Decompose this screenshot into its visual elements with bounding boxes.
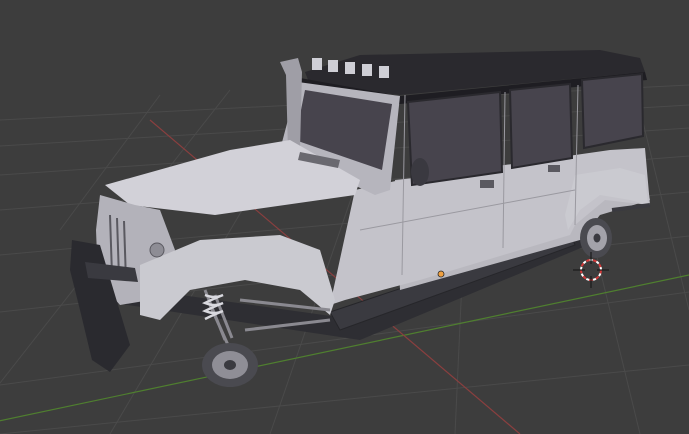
vehicle-model[interactable] [70, 50, 651, 387]
front-wheel-hub [202, 343, 258, 387]
object-origin[interactable] [437, 270, 445, 278]
headlight [149, 242, 165, 258]
viewport-canvas[interactable] [0, 0, 689, 434]
rear-wheel-hub [580, 218, 612, 258]
side-mirror [411, 158, 429, 186]
rear-quarter-window [580, 72, 645, 150]
3d-viewport[interactable] [0, 0, 689, 434]
rear-door-window [508, 82, 574, 170]
